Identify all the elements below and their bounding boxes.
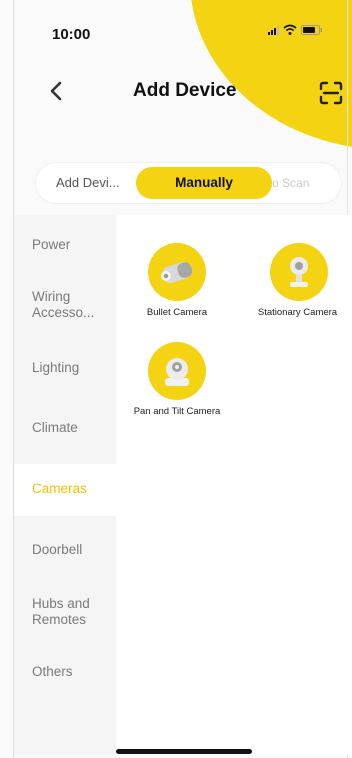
header-decoration: [190, 0, 352, 150]
sidebar-item-hubs-remotes[interactable]: Hubs and Remotes: [32, 596, 104, 628]
status-icons: [268, 24, 323, 36]
home-indicator[interactable]: [116, 749, 252, 754]
stationary-camera-icon: [270, 243, 328, 301]
device-stationary-camera[interactable]: Stationary Camera: [244, 243, 352, 318]
sidebar-item-climate[interactable]: Climate: [32, 420, 78, 436]
mode-tabs: Add Devi... Auto Scan Manually: [36, 163, 341, 203]
sidebar-item-wiring-accessories[interactable]: Wiring Accesso...: [32, 289, 110, 321]
device-label: Pan and Tilt Camera: [133, 406, 221, 417]
page-title: Add Device: [133, 80, 237, 101]
sidebar-item-doorbell[interactable]: Doorbell: [32, 542, 82, 558]
sidebar-item-cameras[interactable]: Cameras: [32, 481, 87, 497]
device-grid: Bullet Camera Stationary Camera Pan and …: [116, 215, 352, 755]
wifi-icon: [283, 24, 297, 35]
scan-icon[interactable]: [318, 80, 344, 106]
sidebar-item-power[interactable]: Power: [32, 237, 70, 253]
device-pan-tilt-camera[interactable]: Pan and Tilt Camera: [122, 342, 232, 417]
device-bullet-camera[interactable]: Bullet Camera: [122, 243, 232, 318]
device-label: Bullet Camera: [146, 307, 208, 318]
status-time: 10:00: [52, 26, 91, 43]
sidebar-item-lighting[interactable]: Lighting: [32, 360, 79, 376]
pan-tilt-camera-icon: [148, 342, 206, 400]
tab-add-device[interactable]: Add Devi...: [56, 163, 120, 203]
chevron-left-icon[interactable]: [42, 76, 72, 106]
device-label: Stationary Camera: [257, 307, 338, 318]
app-screen: 10:00 Add Device Add Devi... Auto Scan M…: [0, 0, 352, 758]
category-sidebar: Power Wiring Accesso... Lighting Climate…: [14, 215, 116, 755]
tab-manually[interactable]: Manually: [136, 167, 272, 199]
signal-icon: [268, 25, 279, 35]
battery-icon: [301, 25, 322, 35]
sidebar-item-others[interactable]: Others: [32, 664, 73, 680]
bullet-camera-icon: [148, 243, 206, 301]
